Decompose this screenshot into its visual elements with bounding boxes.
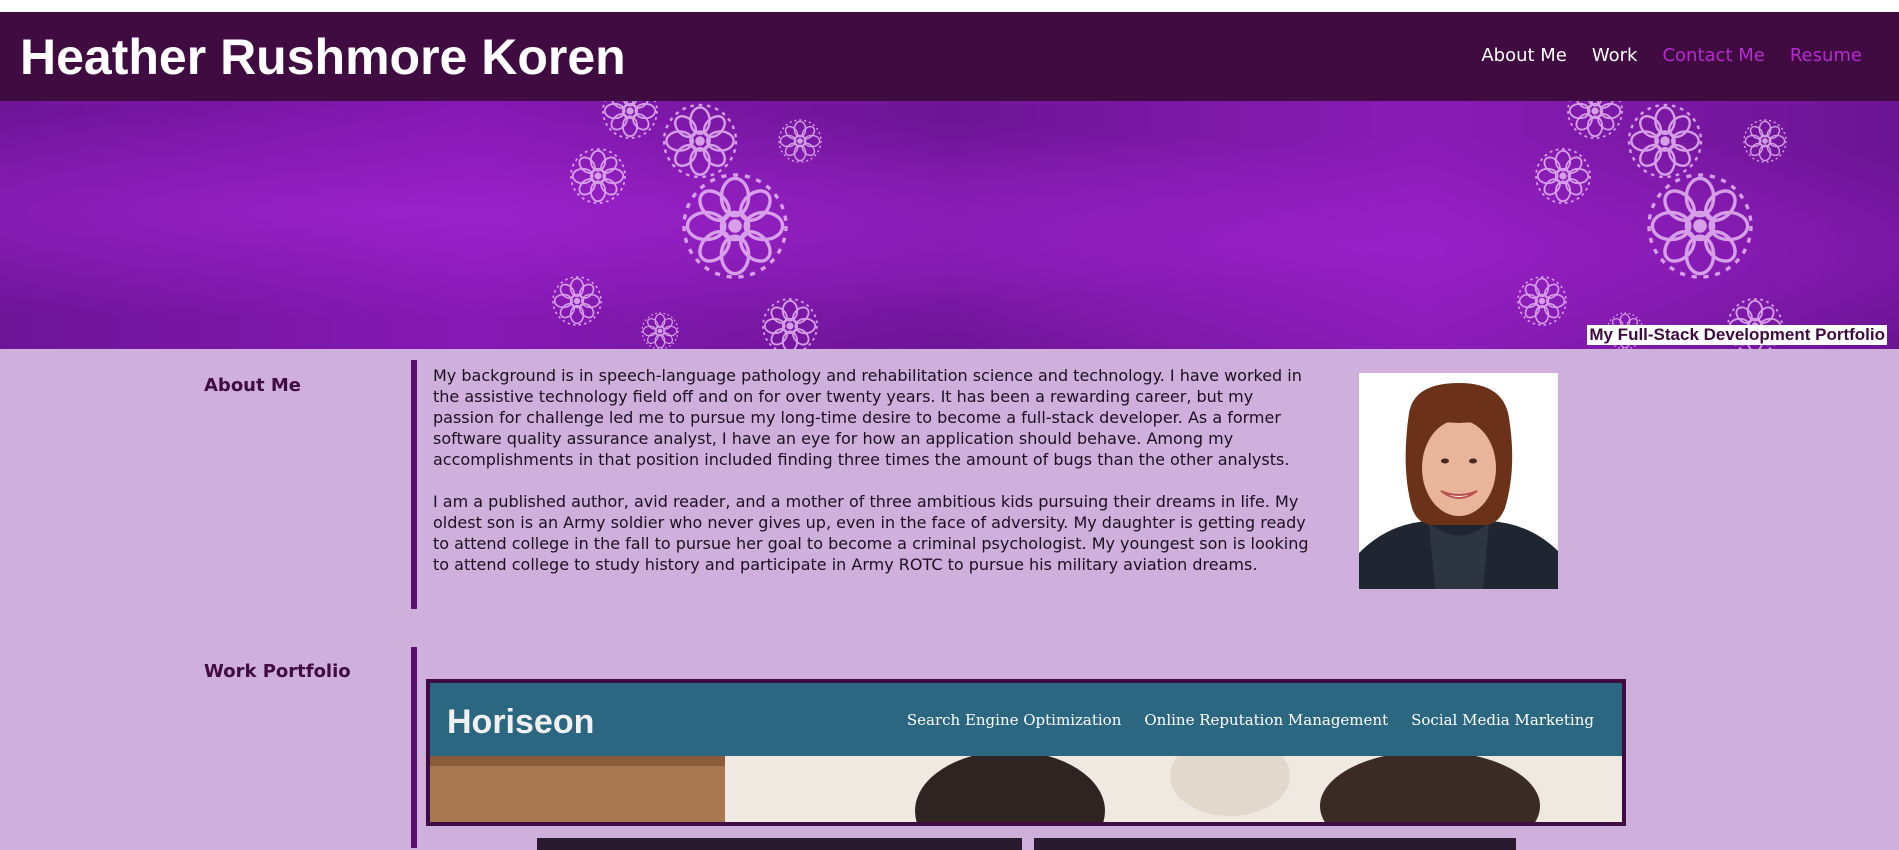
- site-title: Heather Rushmore Koren: [20, 29, 626, 85]
- project-screenshot-header: Horiseon Search Engine Optimization Onli…: [430, 683, 1622, 756]
- project-thumbnail[interactable]: [1034, 838, 1516, 850]
- project-nav-item: Online Reputation Management: [1144, 711, 1389, 729]
- work-heading: Work Portfolio: [204, 661, 351, 682]
- project-nav-item: Search Engine Optimization: [906, 711, 1122, 729]
- nav-resume[interactable]: Resume: [1790, 45, 1862, 67]
- profile-photo: [1359, 373, 1558, 589]
- hero-tagline: My Full-Stack Development Portfolio: [1587, 325, 1887, 345]
- floral-pattern-image: [552, 101, 1787, 349]
- about-paragraph: I am a published author, avid reader, an…: [433, 492, 1309, 574]
- nav-work[interactable]: Work: [1592, 45, 1638, 67]
- about-text: My background is in speech-language path…: [433, 365, 1313, 596]
- about-heading: About Me: [204, 375, 301, 396]
- hero-banner: My Full-Stack Development Portfolio: [0, 101, 1899, 349]
- main-nav: About Me Work Contact Me Resume: [1481, 45, 1862, 67]
- about-paragraph: My background is in speech-language path…: [433, 366, 1302, 469]
- about-divider: [411, 360, 417, 609]
- project-screenshot-photo: [430, 756, 1622, 822]
- project-nav-item: Social Media Marketing: [1411, 711, 1594, 729]
- work-divider: [411, 647, 417, 848]
- nav-about-me[interactable]: About Me: [1481, 45, 1567, 67]
- project-card-horiseon[interactable]: Horiseon Search Engine Optimization Onli…: [426, 679, 1626, 826]
- browser-top-strip: [0, 0, 1899, 12]
- project-thumbnail[interactable]: [537, 838, 1022, 850]
- project-logo: Horiseon: [447, 703, 595, 741]
- nav-contact-me[interactable]: Contact Me: [1662, 45, 1764, 67]
- project-nav: Search Engine Optimization Online Reputa…: [907, 711, 1594, 729]
- site-header: Heather Rushmore Koren About Me Work Con…: [0, 12, 1899, 101]
